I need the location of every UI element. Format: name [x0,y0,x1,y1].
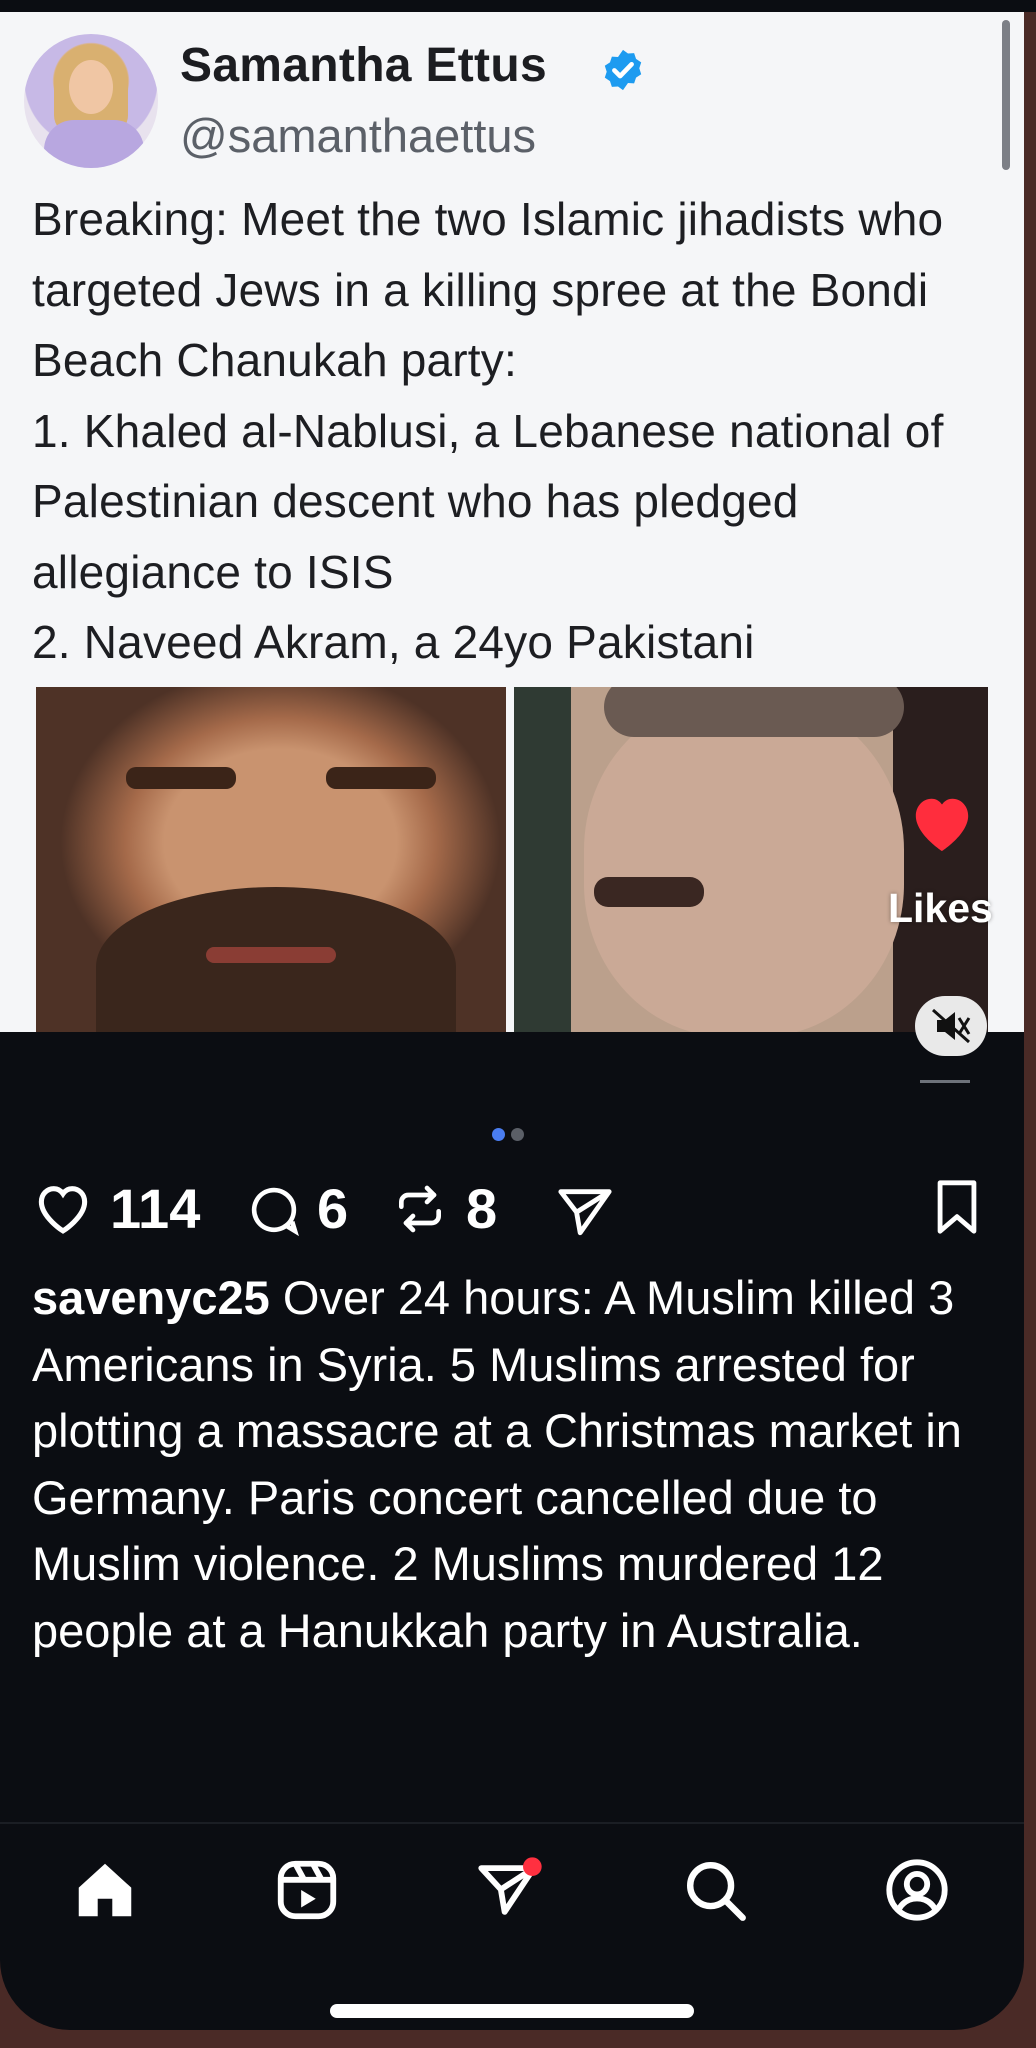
caption-text: Over 24 hours: A Muslim killed 3 America… [32,1271,962,1657]
embedded-tweet-card[interactable]: Samantha Ettus @samanthaettus Breaking: … [0,12,1024,1032]
verified-badge-icon [604,49,642,91]
photo-suspect-1[interactable] [36,687,506,1032]
search-icon[interactable] [680,1855,750,1925]
heart-icon [915,798,969,852]
share-send-icon[interactable] [556,1184,614,1238]
repost-icon[interactable] [392,1180,448,1238]
home-icon[interactable] [70,1855,140,1925]
carousel-indicator [492,1128,530,1146]
repost-count[interactable]: 8 [466,1176,497,1241]
tweet-photos [36,687,988,1032]
tweet-paragraph: 2. Naveed Akram, a 24yo Pakistani [32,616,755,668]
tweet-paragraph: 1. Khaled al-Nablusi, a Lebanese nationa… [32,404,944,598]
home-indicator[interactable] [330,2004,694,2018]
like-heart-icon[interactable] [32,1180,94,1236]
comment-count[interactable]: 6 [317,1176,348,1241]
caption-username[interactable]: savenyc25 [32,1271,270,1324]
carousel-dot [511,1128,524,1141]
scrollbar[interactable] [1002,20,1010,170]
likes-overlay-label: Likes [888,885,993,931]
like-count[interactable]: 114 [110,1176,200,1241]
scroll-hint [920,1080,970,1089]
nav-divider [0,1822,1024,1824]
comment-icon[interactable] [246,1182,302,1238]
tweet-paragraph: Breaking: Meet the two Islamic jihadists… [32,193,944,386]
mute-toggle-button[interactable] [915,996,987,1056]
tweet-text: Breaking: Meet the two Islamic jihadists… [32,184,1012,678]
post-caption: savenyc25 Over 24 hours: A Muslim killed… [32,1265,1002,1664]
carousel-dot-active [492,1128,505,1141]
speaker-muted-icon [932,1008,971,1044]
app-screen: Samantha Ettus @samanthaettus Breaking: … [0,0,1024,2030]
messages-icon[interactable] [474,1855,544,1925]
author-name[interactable]: Samantha Ettus [180,38,547,93]
author-avatar[interactable] [24,34,158,168]
notification-dot [523,1857,542,1876]
post-actions-bar: 114 6 8 [32,1172,992,1242]
bookmark-icon[interactable] [932,1178,982,1236]
profile-icon[interactable] [882,1855,952,1925]
reels-icon[interactable] [272,1855,342,1925]
photo-suspect-2[interactable] [514,687,988,1032]
author-handle[interactable]: @samanthaettus [180,108,536,163]
